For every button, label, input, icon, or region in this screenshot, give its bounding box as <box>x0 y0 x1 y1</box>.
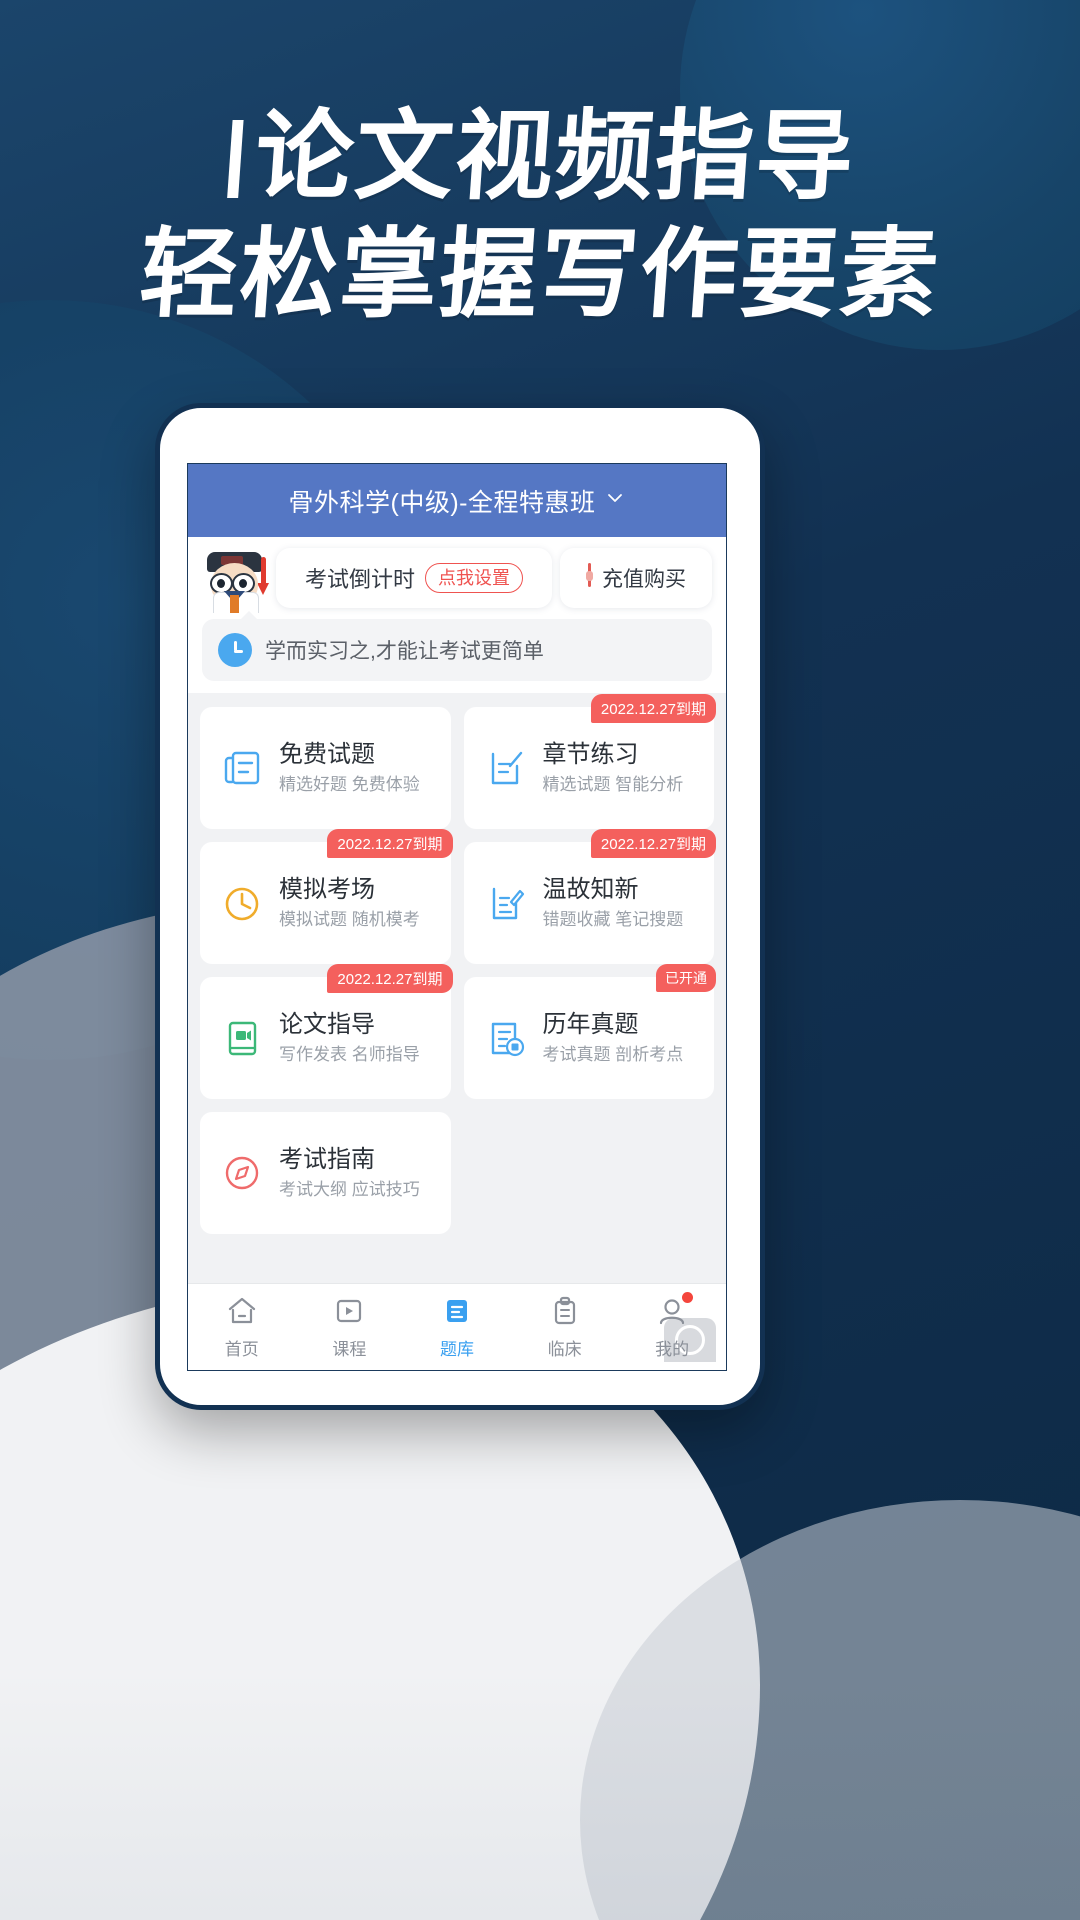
card-title: 免费试题 <box>279 741 375 768</box>
question-bank-icon <box>440 1294 474 1328</box>
card-title: 论文指导 <box>279 1011 375 1038</box>
app-header[interactable]: 骨外科学(中级)-全程特惠班 <box>188 464 726 537</box>
card-title: 温故知新 <box>542 876 639 903</box>
countdown-row: 考试倒计时 点我设置 充值购买 <box>188 537 726 617</box>
notification-dot <box>682 1292 694 1303</box>
ticket-icon <box>586 563 593 593</box>
tab-label: 临床 <box>547 1340 582 1359</box>
note-pencil-icon <box>484 881 528 925</box>
clipboard-icon <box>548 1294 582 1328</box>
countdown-button[interactable]: 考试倒计时 点我设置 <box>276 548 552 608</box>
document-list-icon <box>220 746 264 790</box>
tab-home[interactable]: 首页 <box>188 1284 296 1370</box>
feature-card-exam-guide[interactable]: 考试指南 考试大纲 应试技巧 <box>200 1112 451 1234</box>
card-subtitle: 错题收藏 笔记搜题 <box>542 910 684 929</box>
feature-card-review[interactable]: 2022.12.27到期 温故知新 错题收藏 笔记搜题 <box>463 829 716 964</box>
bottom-navigation: 首页 课程 题库 临床 我的 <box>188 1283 726 1370</box>
recharge-buy-button[interactable]: 充值购买 <box>560 548 712 608</box>
real-exam-icon <box>484 1016 528 1060</box>
clock-icon <box>218 633 252 667</box>
chevron-down-icon[interactable] <box>605 488 625 514</box>
promo-headline: 论文视频指导 轻松掌握写作要素 <box>0 98 1080 334</box>
tab-label: 题库 <box>439 1340 474 1359</box>
card-title: 历年真题 <box>542 1011 639 1038</box>
background-fade <box>0 1500 1080 1920</box>
tab-label: 我的 <box>655 1340 690 1359</box>
headline-accent-bar <box>227 120 245 198</box>
recharge-buy-label: 充值购买 <box>602 568 686 591</box>
tab-label: 首页 <box>224 1340 259 1359</box>
tab-label: 课程 <box>332 1340 367 1359</box>
tab-profile[interactable]: 我的 <box>618 1284 726 1370</box>
expiry-badge: 2022.12.27到期 <box>327 964 453 993</box>
tab-courses[interactable]: 课程 <box>296 1284 404 1370</box>
headline-line-1-row: 论文视频指导 <box>0 98 1080 216</box>
feature-card-mock-exam[interactable]: 2022.12.27到期 模拟考场 模拟试题 随机模考 <box>200 829 453 964</box>
compass-icon <box>220 1151 264 1195</box>
feature-grid-container: 免费试题 精选好题 免费体验 2022.12.27到期 章节练习 精选试题 智能… <box>188 693 726 1362</box>
tab-clinical[interactable]: 临床 <box>511 1284 619 1370</box>
card-subtitle: 模拟试题 随机模考 <box>279 910 420 929</box>
countdown-set-pill[interactable]: 点我设置 <box>425 562 523 594</box>
video-book-icon <box>220 1016 264 1060</box>
phone-mockup: 骨外科学(中级)-全程特惠班 考试倒计时 点我设置 充值购买 学而实习之,才能让… <box>155 403 765 1410</box>
card-subtitle: 精选试题 智能分析 <box>542 775 684 794</box>
avatar <box>202 545 269 613</box>
avatar-glass-left <box>210 573 233 594</box>
clock-outline-icon <box>220 881 264 925</box>
card-title: 章节练习 <box>542 741 639 768</box>
feature-card-past-exams[interactable]: 已开通 历年真题 考试真题 剖析考点 <box>463 964 716 1099</box>
status-badge: 已开通 <box>656 964 716 992</box>
notice-text: 学而实习之,才能让考试更简单 <box>265 640 544 663</box>
feature-card-free-questions[interactable]: 免费试题 精选好题 免费体验 <box>200 707 451 829</box>
play-box-icon <box>332 1294 366 1328</box>
card-subtitle: 写作发表 名师指导 <box>279 1045 420 1064</box>
expiry-badge: 2022.12.27到期 <box>327 829 453 858</box>
countdown-label: 考试倒计时 <box>304 567 415 592</box>
feature-card-thesis-guidance[interactable]: 2022.12.27到期 论文指导 写作发表 名师指导 <box>200 964 453 1099</box>
headline-line-1: 论文视频指导 <box>251 100 860 214</box>
home-icon <box>225 1294 259 1328</box>
avatar-glass-right <box>232 573 255 594</box>
card-title: 考试指南 <box>279 1146 375 1173</box>
notice-container: 学而实习之,才能让考试更简单 <box>188 611 726 693</box>
card-subtitle: 精选好题 免费体验 <box>279 775 420 794</box>
feature-grid: 免费试题 精选好题 免费体验 2022.12.27到期 章节练习 精选试题 智能… <box>200 694 716 1234</box>
edit-note-icon <box>484 746 528 790</box>
card-subtitle: 考试真题 剖析考点 <box>542 1045 684 1064</box>
tab-question-bank[interactable]: 题库 <box>403 1284 511 1370</box>
card-title: 模拟考场 <box>279 876 375 903</box>
headline-line-2: 轻松掌握写作要素 <box>135 218 944 332</box>
feature-card-chapter-practice[interactable]: 2022.12.27到期 章节练习 精选试题 智能分析 <box>463 694 716 829</box>
expiry-badge: 2022.12.27到期 <box>590 829 716 858</box>
card-subtitle: 考试大纲 应试技巧 <box>279 1180 420 1199</box>
avatar-tie <box>230 595 239 613</box>
page-title: 骨外科学(中级)-全程特惠班 <box>288 488 596 517</box>
person-icon <box>655 1292 694 1328</box>
notice-banner[interactable]: 学而实习之,才能让考试更简单 <box>202 611 712 681</box>
phone-screen: 骨外科学(中级)-全程特惠班 考试倒计时 点我设置 充值购买 学而实习之,才能让… <box>187 463 727 1371</box>
avatar-tassel <box>257 557 269 595</box>
expiry-badge: 2022.12.27到期 <box>590 694 716 723</box>
